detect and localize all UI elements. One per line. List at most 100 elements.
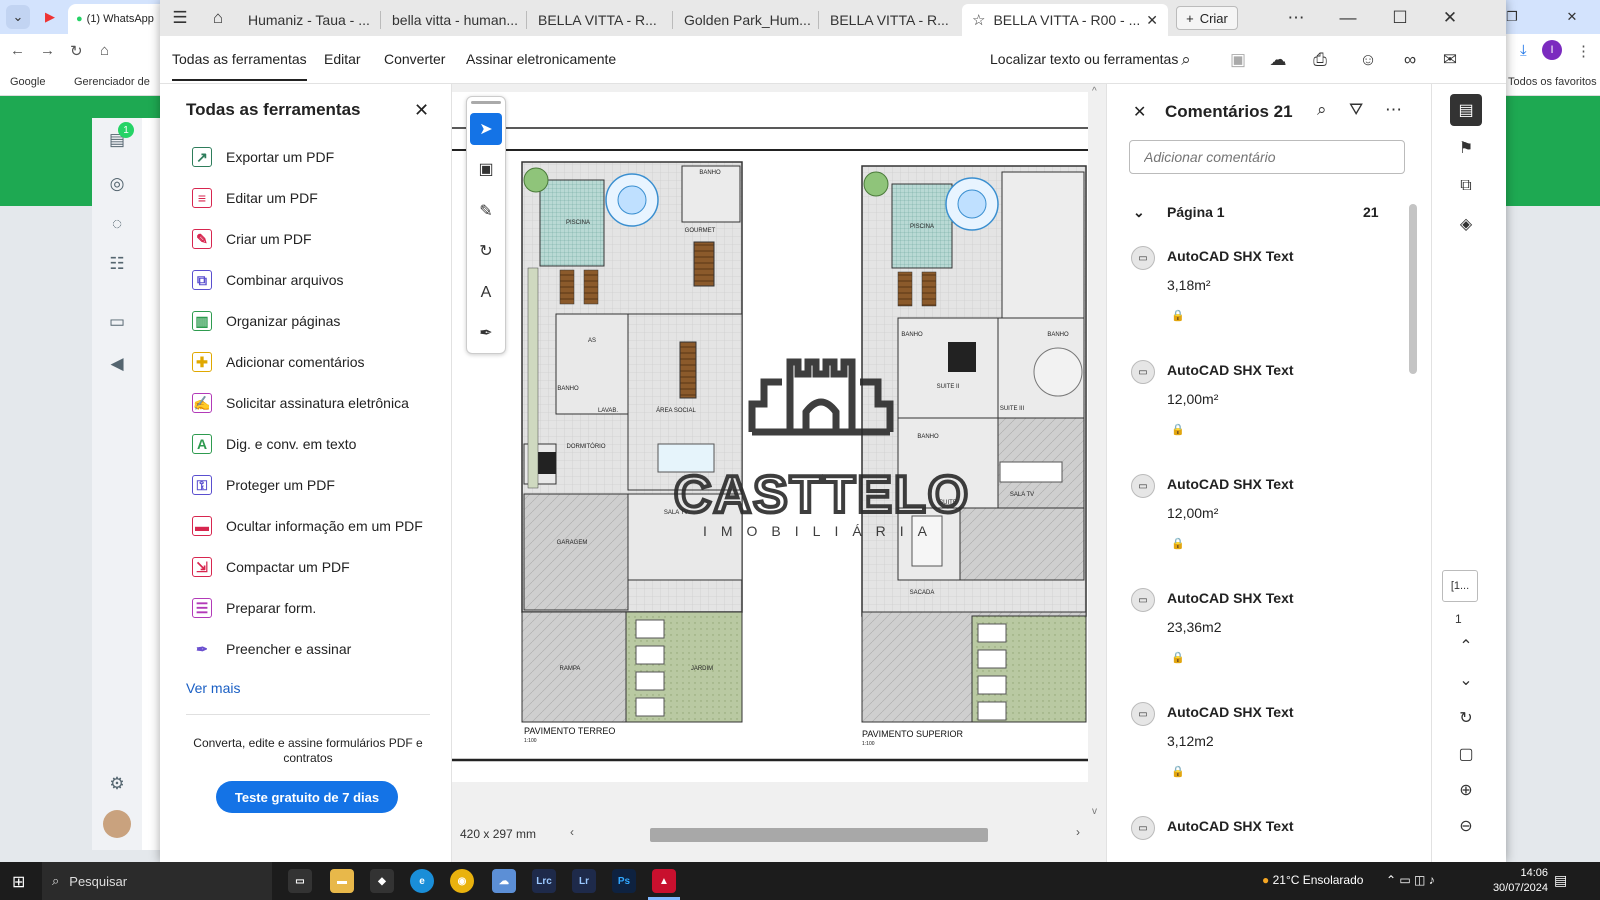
email-icon[interactable]: ✉	[1436, 46, 1464, 74]
acrobat-icon[interactable]: ▲	[652, 869, 676, 893]
zoom-out-icon[interactable]: ⊖	[1450, 810, 1482, 842]
close-window-icon[interactable]: ✕	[1436, 4, 1464, 32]
scroll-right-icon[interactable]: ›	[1076, 825, 1080, 839]
doc-tab-1[interactable]: Humaniz - Taua - ...	[238, 4, 378, 36]
taskbar-search[interactable]: ⌕ Pesquisar	[42, 862, 272, 900]
page-tools-icon[interactable]: ▢	[1450, 738, 1482, 770]
menu-convert[interactable]: Converter	[384, 51, 445, 67]
comments-scrollbar-thumb[interactable]	[1409, 204, 1417, 374]
background-tab-whatsapp[interactable]: ● (1) WhatsApp	[68, 4, 168, 34]
photoshop-icon[interactable]: Ps	[612, 869, 636, 893]
minimize-icon[interactable]: —	[1334, 4, 1362, 32]
task-view-icon[interactable]: ▭	[288, 869, 312, 893]
doc-tab-4[interactable]: Golden Park_Hum...	[674, 4, 816, 36]
zoom-in-icon[interactable]: ⊕	[1450, 774, 1482, 806]
doc-tab-active[interactable]: ☆ BELLA VITTA - R00 - ... ✕	[962, 4, 1168, 36]
doc-tab-5[interactable]: BELLA VITTA - R...	[820, 4, 960, 36]
maximize-icon[interactable]: ☐	[1386, 4, 1414, 32]
see-more-link[interactable]: Ver mais	[186, 680, 240, 696]
search-comments-icon[interactable]: ⌕	[1317, 100, 1327, 120]
close-tab-icon[interactable]: ✕	[1146, 12, 1158, 29]
profile-avatar[interactable]: I	[1542, 40, 1562, 60]
channels-icon[interactable]: ◌	[103, 210, 131, 238]
comment-item[interactable]: ▭ AutoCAD SHX Text 23,36m2 🔒	[1131, 588, 1401, 698]
save-icon[interactable]: ▣	[1224, 46, 1252, 74]
upload-cloud-icon[interactable]: ☁	[1264, 46, 1292, 74]
rotate-icon[interactable]: ↻	[1450, 702, 1482, 734]
security-shield-icon[interactable]: ◆	[370, 869, 394, 893]
tool-request-signature[interactable]: ✍ Solicitar assinatura eletrônica	[192, 389, 442, 417]
tool-export-pdf[interactable]: ↗ Exportar um PDF	[192, 143, 442, 171]
comment-item[interactable]: ▭ AutoCAD SHX Text	[1131, 816, 1401, 856]
share-user-icon[interactable]: ☺	[1354, 46, 1382, 74]
chevron-down-icon[interactable]: ⌄	[1133, 204, 1145, 221]
find-tools-label[interactable]: Localizar texto ou ferramentas	[990, 51, 1178, 67]
star-icon[interactable]: ☆	[972, 11, 985, 29]
forward-icon[interactable]: →	[40, 42, 55, 59]
doc-tab-3[interactable]: BELLA VITTA - R...	[528, 4, 670, 36]
bookmark-google[interactable]: Google	[10, 76, 45, 88]
reload-icon[interactable]: ↻	[70, 42, 83, 60]
link-icon[interactable]: ∞	[1396, 46, 1424, 74]
select-cursor-icon[interactable]: ➤	[470, 113, 502, 145]
pages-thumbnails-icon[interactable]: ⧉	[1450, 170, 1482, 202]
browser-menu-icon[interactable]: ⋮	[1576, 42, 1591, 60]
search-icon[interactable]: ⌕	[1172, 46, 1200, 74]
document-viewer[interactable]: PISCINA BANHO GOURMET AS BANHO LAVAB. ÁR…	[452, 84, 1106, 862]
bookmark-password-manager[interactable]: Gerenciador de	[74, 76, 150, 88]
comment-item[interactable]: ▭ AutoCAD SHX Text 3,12m2 🔒	[1131, 702, 1401, 812]
lightroom-classic-icon[interactable]: Lrc	[532, 869, 556, 893]
tool-ocr[interactable]: A Dig. e conv. em texto	[192, 430, 442, 458]
communities-icon[interactable]: ☷	[103, 250, 131, 278]
tool-fill-sign[interactable]: ✒ Preencher e assinar	[192, 635, 442, 663]
tool-compress-pdf[interactable]: ⇲ Compactar um PDF	[192, 553, 442, 581]
windows-start-icon[interactable]: ⊞	[12, 872, 25, 892]
tool-organize-pages[interactable]: ▥ Organizar páginas	[192, 307, 442, 335]
scroll-down-icon[interactable]: v	[1092, 806, 1097, 817]
back-icon[interactable]: ←	[10, 42, 25, 59]
menu-all-tools[interactable]: Todas as ferramentas	[172, 51, 307, 81]
megaphone-icon[interactable]: ◀	[103, 350, 131, 378]
more-options-icon[interactable]: ⋯	[1282, 4, 1310, 32]
text-box-icon[interactable]: A	[470, 277, 502, 309]
document-vertical-scrollbar[interactable]: ^ v	[1090, 84, 1106, 822]
add-comment-input[interactable]	[1129, 140, 1405, 174]
scroll-left-icon[interactable]: ‹	[570, 825, 574, 839]
menu-e-sign[interactable]: Assinar eletronicamente	[466, 51, 616, 67]
system-tray-icons[interactable]: ⌃ ▭ ◫ ♪	[1386, 873, 1435, 887]
comment-item[interactable]: ▭ AutoCAD SHX Text 12,00m² 🔒	[1131, 474, 1401, 584]
status-icon[interactable]: ◎	[103, 170, 131, 198]
page-number-input[interactable]: [1...	[1442, 570, 1478, 602]
hamburger-menu-icon[interactable]: ☰	[166, 4, 194, 32]
menu-edit[interactable]: Editar	[324, 51, 361, 67]
previous-page-icon[interactable]: ⌃	[1450, 630, 1482, 662]
weather-widget[interactable]: ● 21°C Ensolarado	[1262, 873, 1363, 887]
user-avatar[interactable]	[103, 810, 131, 838]
tab-list-icon[interactable]: ⌄	[6, 5, 30, 29]
tool-combine-files[interactable]: ⧉ Combinar arquivos	[192, 266, 442, 294]
bookmarks-icon[interactable]: ⚑	[1450, 132, 1482, 164]
sign-icon[interactable]: ✒	[470, 317, 502, 349]
comments-scrollbar[interactable]	[1407, 194, 1419, 854]
weather-app-icon[interactable]: ☁	[492, 869, 516, 893]
home-icon[interactable]: ⌂	[100, 42, 109, 59]
comment-item[interactable]: ▭ AutoCAD SHX Text 3,18m² 🔒	[1131, 246, 1401, 356]
comments-panel-icon[interactable]: ▤	[1450, 94, 1482, 126]
free-trial-button[interactable]: Teste gratuito de 7 dias	[216, 781, 398, 813]
close-tools-icon[interactable]: ✕	[414, 100, 429, 121]
chrome-browser-icon[interactable]: ◉	[450, 869, 474, 893]
notifications-icon[interactable]: ▤	[1554, 872, 1567, 889]
highlight-pen-icon[interactable]: ✎	[470, 195, 502, 227]
create-button[interactable]: + Criar	[1176, 6, 1238, 30]
youtube-tab-icon[interactable]: ▶	[38, 5, 62, 29]
edge-browser-icon[interactable]: e	[410, 869, 434, 893]
draw-freehand-icon[interactable]: ↻	[470, 235, 502, 267]
filter-icon[interactable]: ⛛	[1349, 100, 1363, 120]
download-icon[interactable]: ⤓	[1520, 42, 1527, 59]
horizontal-scrollbar-thumb[interactable]	[650, 828, 988, 842]
add-comment-icon[interactable]: ▣	[470, 153, 502, 185]
comment-item[interactable]: ▭ AutoCAD SHX Text 12,00m² 🔒	[1131, 360, 1401, 470]
scroll-up-icon[interactable]: ^	[1092, 86, 1097, 97]
store-icon[interactable]: ▭	[103, 308, 131, 336]
tool-add-comments[interactable]: ✚ Adicionar comentários	[192, 348, 442, 376]
